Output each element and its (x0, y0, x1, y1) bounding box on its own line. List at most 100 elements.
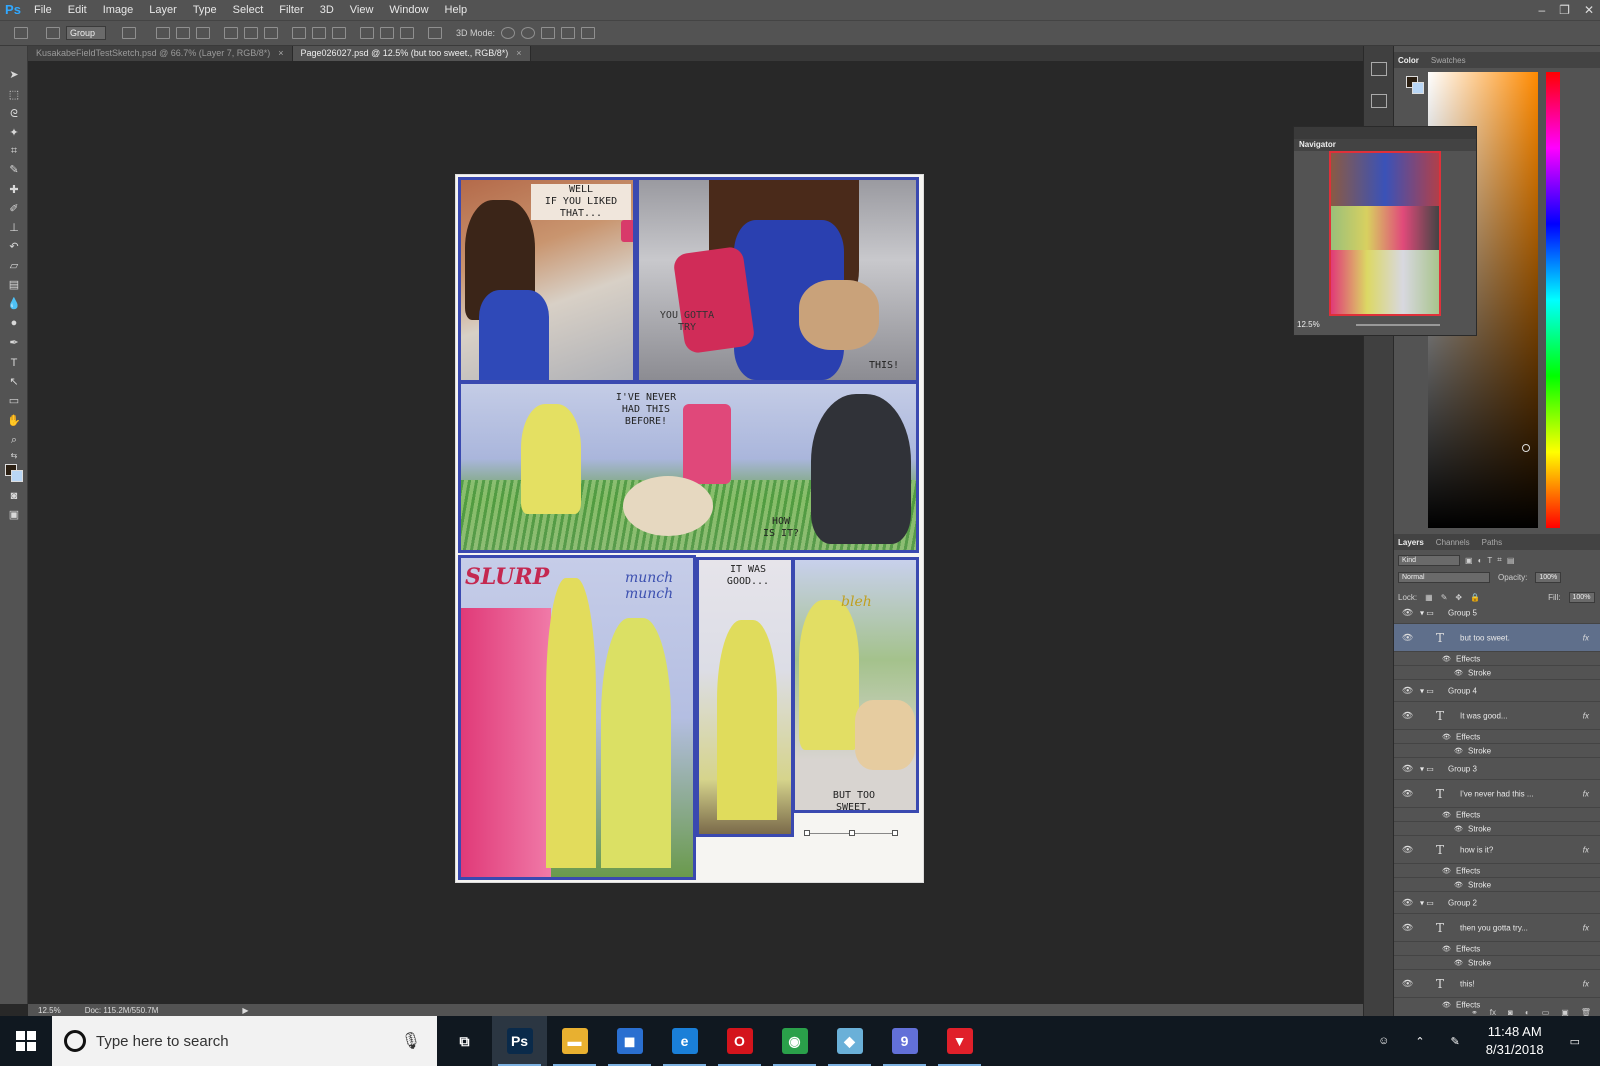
menu-filter[interactable]: Filter (271, 0, 311, 20)
taskbar-app-task-view[interactable]: ⧉ (437, 1016, 492, 1066)
lock-brush-icon[interactable]: ✎ (1441, 593, 1448, 602)
tab-page026027[interactable]: Page026027.psd @ 12.5% (but too sweet., … (292, 46, 531, 61)
lasso-tool-icon[interactable]: ᘓ (7, 107, 21, 121)
layer-row-text[interactable]: 👁 Tthen you gotta try... fx (1394, 914, 1600, 942)
transform-handle[interactable] (804, 830, 810, 836)
distribute-top-icon[interactable] (292, 27, 306, 39)
crop-tool-icon[interactable]: ⌗ (7, 144, 21, 158)
blend-mode-select[interactable]: Normal (1398, 572, 1490, 583)
opacity-input[interactable]: 100% (1535, 572, 1562, 583)
type-tool-icon[interactable]: T (7, 356, 21, 370)
transform-handle[interactable] (892, 830, 898, 836)
zoom-level[interactable]: 12.5% (38, 1006, 61, 1015)
3d-pan-icon[interactable] (541, 27, 556, 39)
effect-eye-icon[interactable]: 👁 (1442, 867, 1451, 875)
visibility-eye-icon[interactable]: 👁 (1402, 632, 1413, 643)
navigator-thumbnail[interactable] (1329, 151, 1441, 316)
effect-eye-icon[interactable]: 👁 (1454, 825, 1463, 833)
gradient-tool-icon[interactable]: ▤ (7, 278, 21, 292)
tab-paths[interactable]: Paths (1482, 538, 1502, 547)
visibility-eye-icon[interactable]: 👁 (1402, 844, 1413, 855)
visibility-eye-icon[interactable]: 👁 (1402, 788, 1413, 799)
comic-page-artwork[interactable]: WELL IF YOU LIKED THAT... YOU GOTTA TRY … (455, 174, 924, 883)
color-background-swatch[interactable] (1412, 82, 1424, 94)
taskbar-app-store[interactable]: ◼ (602, 1016, 657, 1066)
align-hcenter-icon[interactable] (244, 27, 258, 39)
align-bottom-icon[interactable] (196, 27, 210, 39)
layer-row-stroke[interactable]: 👁 Stroke (1394, 744, 1600, 758)
taskbar-app-paint-tool[interactable]: ◆ (822, 1016, 877, 1066)
restore-button[interactable]: ❐ (1559, 3, 1570, 17)
layer-kind-filter[interactable]: Kind (1398, 554, 1460, 566)
layer-row-effects[interactable]: 👁 Effects (1394, 730, 1600, 744)
effect-eye-icon[interactable]: 👁 (1442, 945, 1451, 953)
taskbar-app-file-explorer[interactable]: ▬ (547, 1016, 602, 1066)
fx-icon[interactable]: fx (1583, 979, 1589, 988)
screen-mode-icon[interactable]: ▣ (7, 508, 21, 522)
taskbar-app-photoshop[interactable]: Ps (492, 1016, 547, 1066)
folder-icon[interactable]: ▾ ▭ (1420, 608, 1434, 617)
layer-row-group[interactable]: 👁 ▾ ▭ Group 2 (1394, 892, 1600, 914)
taskbar-app-discord[interactable]: 9 (877, 1016, 932, 1066)
distribute-bottom-icon[interactable] (332, 27, 346, 39)
distribute-right-icon[interactable] (400, 27, 414, 39)
menu-select[interactable]: Select (225, 0, 272, 20)
layer-row-text[interactable]: 👁 T It was good... fx (1394, 702, 1600, 730)
taskbar-app-shield[interactable]: ▼ (932, 1016, 987, 1066)
visibility-eye-icon[interactable]: 👁 (1402, 897, 1413, 908)
distribute-center-icon[interactable] (312, 27, 326, 39)
microphone-icon[interactable]: 🎙 (401, 1031, 421, 1051)
layer-row-effects[interactable]: 👁 Effects (1394, 808, 1600, 822)
taskbar-app-opera[interactable]: O (712, 1016, 767, 1066)
fx-icon[interactable]: fx (1583, 789, 1589, 798)
layer-row-stroke[interactable]: 👁 Stroke (1394, 878, 1600, 892)
layer-row-text[interactable]: 👁 Tthis! fx (1394, 970, 1600, 998)
layer-row-effects[interactable]: 👁 Effects (1394, 652, 1600, 666)
distribute-left-icon[interactable] (360, 27, 374, 39)
start-button[interactable] (0, 1016, 52, 1066)
tab-layers[interactable]: Layers (1398, 538, 1424, 547)
menu-window[interactable]: Window (381, 0, 436, 20)
layer-row-effects[interactable]: 👁 Effects (1394, 942, 1600, 956)
quick-mask-icon[interactable]: ◙ (7, 489, 21, 503)
auto-align-icon[interactable] (428, 27, 442, 39)
magic-wand-icon[interactable]: ✦ (7, 126, 21, 140)
layer-row-stroke[interactable]: 👁 Stroke (1394, 666, 1600, 680)
visibility-eye-icon[interactable]: 👁 (1402, 978, 1413, 989)
fx-icon[interactable]: fx (1583, 633, 1589, 642)
close-button[interactable]: ✕ (1584, 3, 1594, 17)
menu-help[interactable]: Help (437, 0, 476, 20)
menu-type[interactable]: Type (185, 0, 225, 20)
filter-smart-icon[interactable]: ▤ (1507, 556, 1515, 565)
filter-shape-icon[interactable]: ⌗ (1497, 555, 1502, 565)
menu-image[interactable]: Image (95, 0, 142, 20)
healing-brush-icon[interactable]: ✚ (7, 183, 21, 197)
color-picker-cursor[interactable] (1522, 444, 1530, 452)
filter-type-icon[interactable]: T (1487, 556, 1492, 565)
layer-row-group[interactable]: 👁 ▾ ▭ Group 3 (1394, 758, 1600, 780)
filter-adjust-icon[interactable]: ◐ (1478, 556, 1483, 565)
layer-row-effects[interactable]: 👁 Effects (1394, 998, 1600, 1008)
transform-controls-icon[interactable] (122, 27, 136, 39)
layer-row-effects[interactable]: 👁 Effects (1394, 864, 1600, 878)
minimize-button[interactable]: – (1538, 3, 1545, 17)
navigator-header[interactable] (1294, 127, 1476, 139)
tab-kusakabe-sketch[interactable]: KusakabeFieldTestSketch.psd @ 66.7% (Lay… (28, 46, 293, 61)
history-brush-icon[interactable]: ↶ (7, 240, 21, 254)
lock-all-icon[interactable]: 🔒 (1470, 593, 1480, 602)
people-icon[interactable]: ☺ (1378, 1035, 1389, 1047)
marquee-tool-icon[interactable]: ⬚ (7, 88, 21, 102)
clone-stamp-icon[interactable]: ⊥ (7, 221, 21, 235)
hue-slider[interactable] (1546, 72, 1560, 528)
filter-pixel-icon[interactable]: ▣ (1465, 556, 1473, 565)
move-tool-icon[interactable]: ➤ (7, 68, 21, 82)
show-hidden-icons-icon[interactable]: ⌃ (1415, 1035, 1424, 1048)
canvas-area[interactable]: WELL IF YOU LIKED THAT... YOU GOTTA TRY … (28, 61, 1363, 1004)
menu-file[interactable]: File (26, 0, 60, 20)
fx-icon[interactable]: fx (1583, 711, 1589, 720)
visibility-eye-icon[interactable]: 👁 (1402, 710, 1413, 721)
fx-icon[interactable]: fx (1583, 845, 1589, 854)
eyedropper-tool-icon[interactable]: ✎ (7, 163, 21, 177)
align-top-icon[interactable] (156, 27, 170, 39)
folder-icon[interactable]: ▾ ▭ (1420, 686, 1434, 695)
